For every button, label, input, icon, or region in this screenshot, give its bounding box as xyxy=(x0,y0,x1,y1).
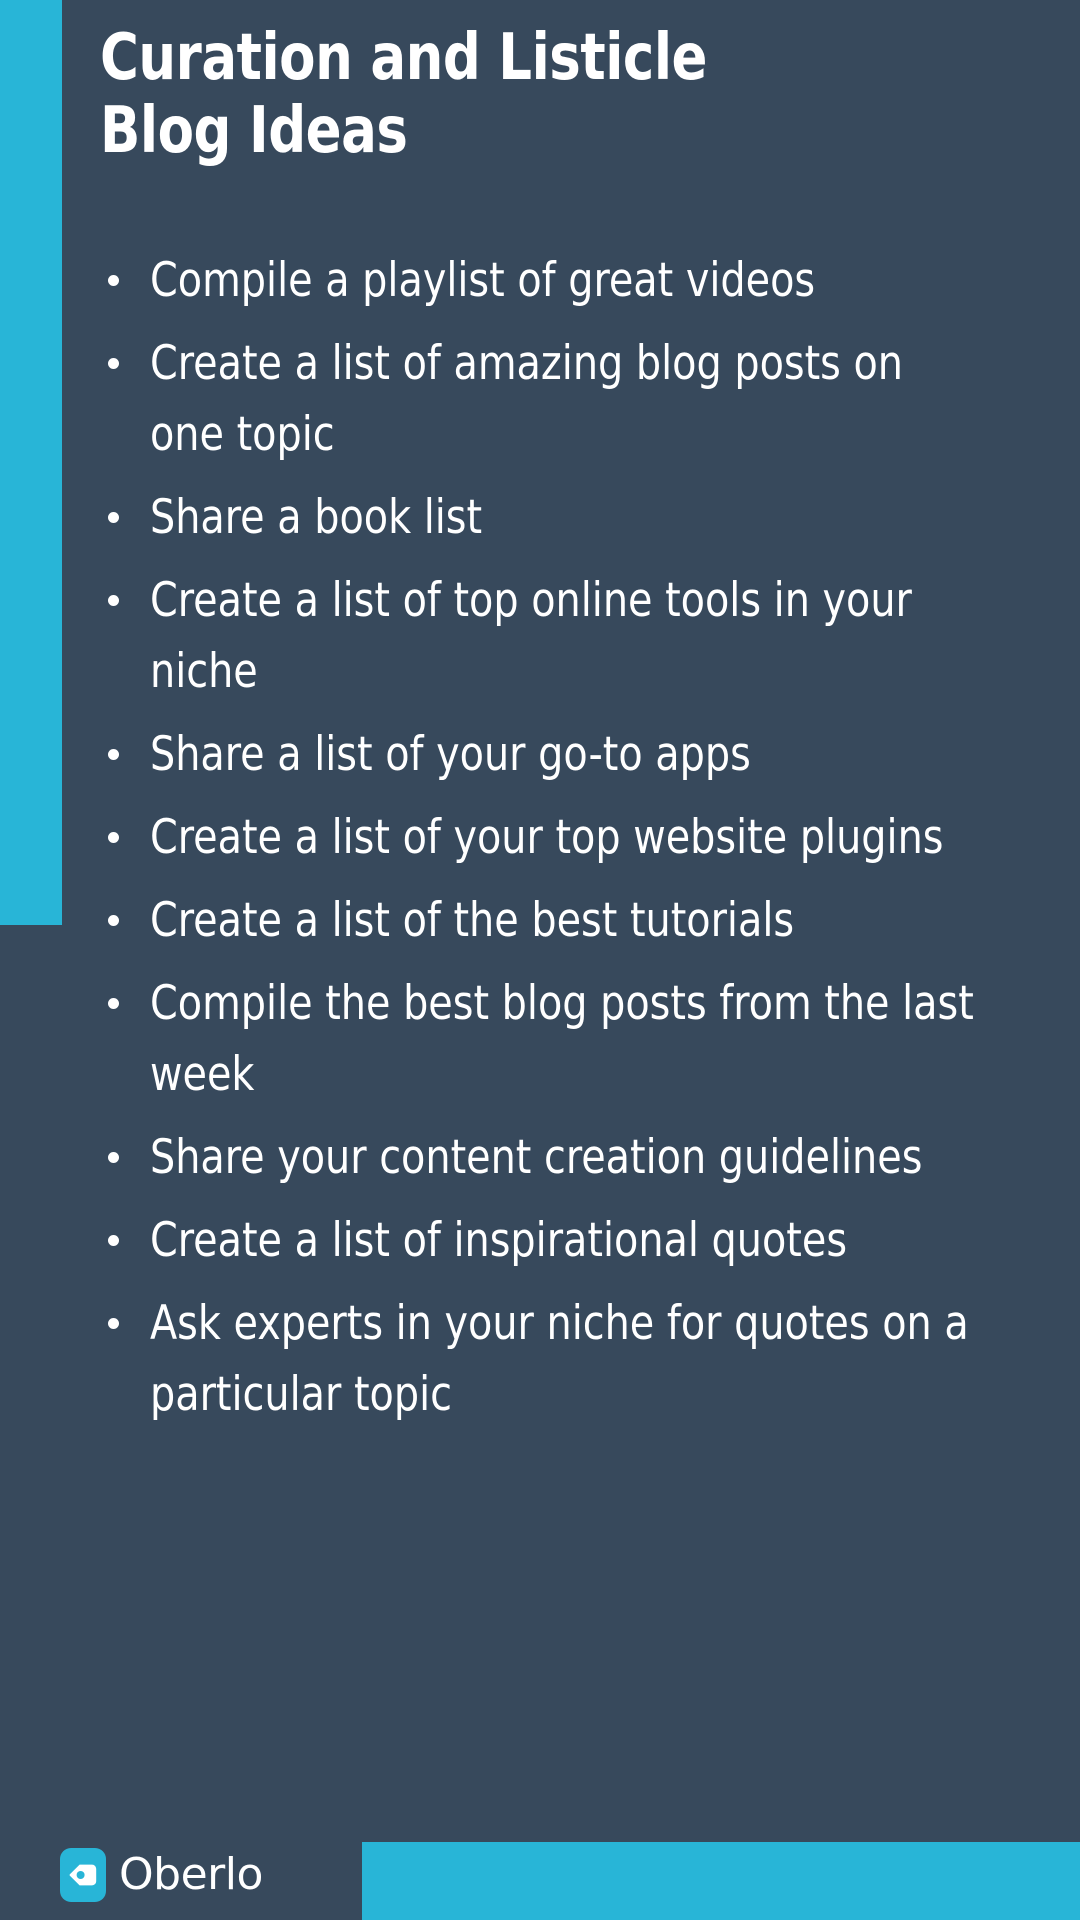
list-item: Create a list of inspirational quotes xyxy=(100,1205,980,1276)
list-item: Share a list of your go-to apps xyxy=(100,719,980,790)
list-item-label: Create a list of top online tools in you… xyxy=(150,573,912,699)
list-item: Create a list of top online tools in you… xyxy=(100,565,980,707)
list-item-label: Create a list of inspirational quotes xyxy=(150,1213,848,1268)
list-item-label: Compile a playlist of great videos xyxy=(150,253,816,308)
oberlo-tag-icon xyxy=(60,1848,106,1902)
list-item-label: Share your content creation guidelines xyxy=(150,1130,923,1185)
list-item-label: Share a list of your go-to apps xyxy=(150,727,751,782)
bullet-icon xyxy=(108,1235,119,1246)
bullet-icon xyxy=(108,998,119,1009)
bullet-icon xyxy=(108,749,119,760)
list-item: Share a book list xyxy=(100,482,980,553)
list-item-label: Create a list of amazing blog posts on o… xyxy=(150,336,904,462)
list-item-label: Ask experts in your niche for quotes on … xyxy=(150,1296,969,1422)
left-accent-bar xyxy=(0,0,62,925)
list-item-label: Create a list of the best tutorials xyxy=(150,893,795,948)
list-item: Create a list of your top website plugin… xyxy=(100,802,980,873)
bottom-accent-bar xyxy=(362,1842,1080,1920)
oberlo-wordmark: Oberlo xyxy=(119,1849,263,1900)
list-item: Create a list of the best tutorials xyxy=(100,885,980,956)
list-item: Create a list of amazing blog posts on o… xyxy=(100,328,980,470)
bullet-icon xyxy=(108,512,119,523)
bullet-icon xyxy=(108,832,119,843)
list-item: Share your content creation guidelines xyxy=(100,1122,980,1193)
list-item: Compile a playlist of great videos xyxy=(100,245,980,316)
bullet-icon xyxy=(108,595,119,606)
list-item-label: Create a list of your top website plugin… xyxy=(150,810,944,865)
list-item: Compile the best blog posts from the las… xyxy=(100,968,980,1110)
page-title: Curation and Listicle Blog Ideas xyxy=(100,21,707,168)
oberlo-logo: Oberlo xyxy=(60,1848,263,1902)
list-item: Ask experts in your niche for quotes on … xyxy=(100,1288,980,1430)
bullet-icon xyxy=(108,1152,119,1163)
list-item-label: Share a book list xyxy=(150,490,483,545)
slide-canvas: Curation and Listicle Blog Ideas Compile… xyxy=(0,0,1080,1920)
idea-list: Compile a playlist of great videos Create… xyxy=(100,245,980,1442)
bullet-icon xyxy=(108,275,119,286)
bullet-icon xyxy=(108,358,119,369)
bullet-icon xyxy=(108,1318,119,1329)
bullet-icon xyxy=(108,915,119,926)
list-item-label: Compile the best blog posts from the las… xyxy=(150,976,974,1102)
